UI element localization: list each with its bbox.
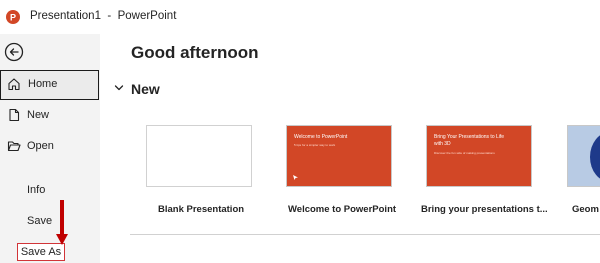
template-label[interactable]: Blank Presentation — [158, 204, 244, 215]
template-label[interactable]: Welcome to PowerPoint — [288, 204, 396, 215]
sidebar-item-label: Open — [27, 140, 54, 152]
greeting-heading: Good afternoon — [131, 43, 259, 62]
template-geometric-thumbnail[interactable] — [567, 125, 600, 187]
main-content: Good afternoon New Welcome to PowerPoint… — [100, 34, 600, 263]
folder-open-icon — [7, 141, 21, 152]
sidebar-item-label: Home — [28, 78, 58, 90]
back-arrow-icon[interactable] — [4, 42, 24, 62]
template-welcome-thumbnail[interactable]: Welcome to PowerPoint 5 tips for a simpl… — [286, 125, 392, 187]
thumbnail-subtitle: 5 tips for a simpler way to work — [294, 143, 336, 147]
geometric-shape — [590, 132, 600, 182]
backstage-sidebar: Home New Open Info Save Save As — [0, 34, 100, 263]
sidebar-item-info[interactable]: Info — [27, 184, 45, 196]
sidebar-item-label: Save As — [20, 246, 62, 258]
thumbnail-title: Welcome to PowerPoint — [294, 134, 348, 140]
sidebar-item-open[interactable]: Open — [0, 132, 100, 162]
sidebar-item-home[interactable]: Home — [0, 70, 99, 100]
svg-text:P: P — [10, 13, 16, 23]
chevron-down-icon[interactable] — [114, 83, 124, 93]
section-divider — [130, 234, 600, 235]
powerpoint-logo-icon: P — [6, 10, 20, 24]
sidebar-item-new[interactable]: New — [0, 101, 100, 131]
template-label[interactable]: Geom — [572, 204, 599, 215]
mouse-cursor-icon — [293, 175, 298, 180]
new-section-heading: New — [131, 81, 160, 97]
window-title: Presentation1 - PowerPoint — [30, 10, 177, 22]
annotation-arrow-icon — [56, 200, 68, 245]
thumbnail-subtitle: Discover the fun side of making presenta… — [434, 151, 495, 155]
template-3d-thumbnail[interactable]: Bring Your Presentations to Life with 3D… — [426, 125, 532, 187]
new-document-icon — [9, 108, 20, 122]
template-blank-thumbnail[interactable] — [146, 125, 252, 187]
title-bar: P Presentation1 - PowerPoint — [0, 0, 600, 34]
home-icon — [8, 78, 20, 91]
sidebar-item-label: New — [27, 109, 50, 121]
sidebar-item-save[interactable]: Save — [27, 215, 52, 227]
template-label[interactable]: Bring your presentations t... — [421, 204, 548, 215]
thumbnail-title: Bring Your Presentations to Life with 3D — [434, 134, 505, 147]
